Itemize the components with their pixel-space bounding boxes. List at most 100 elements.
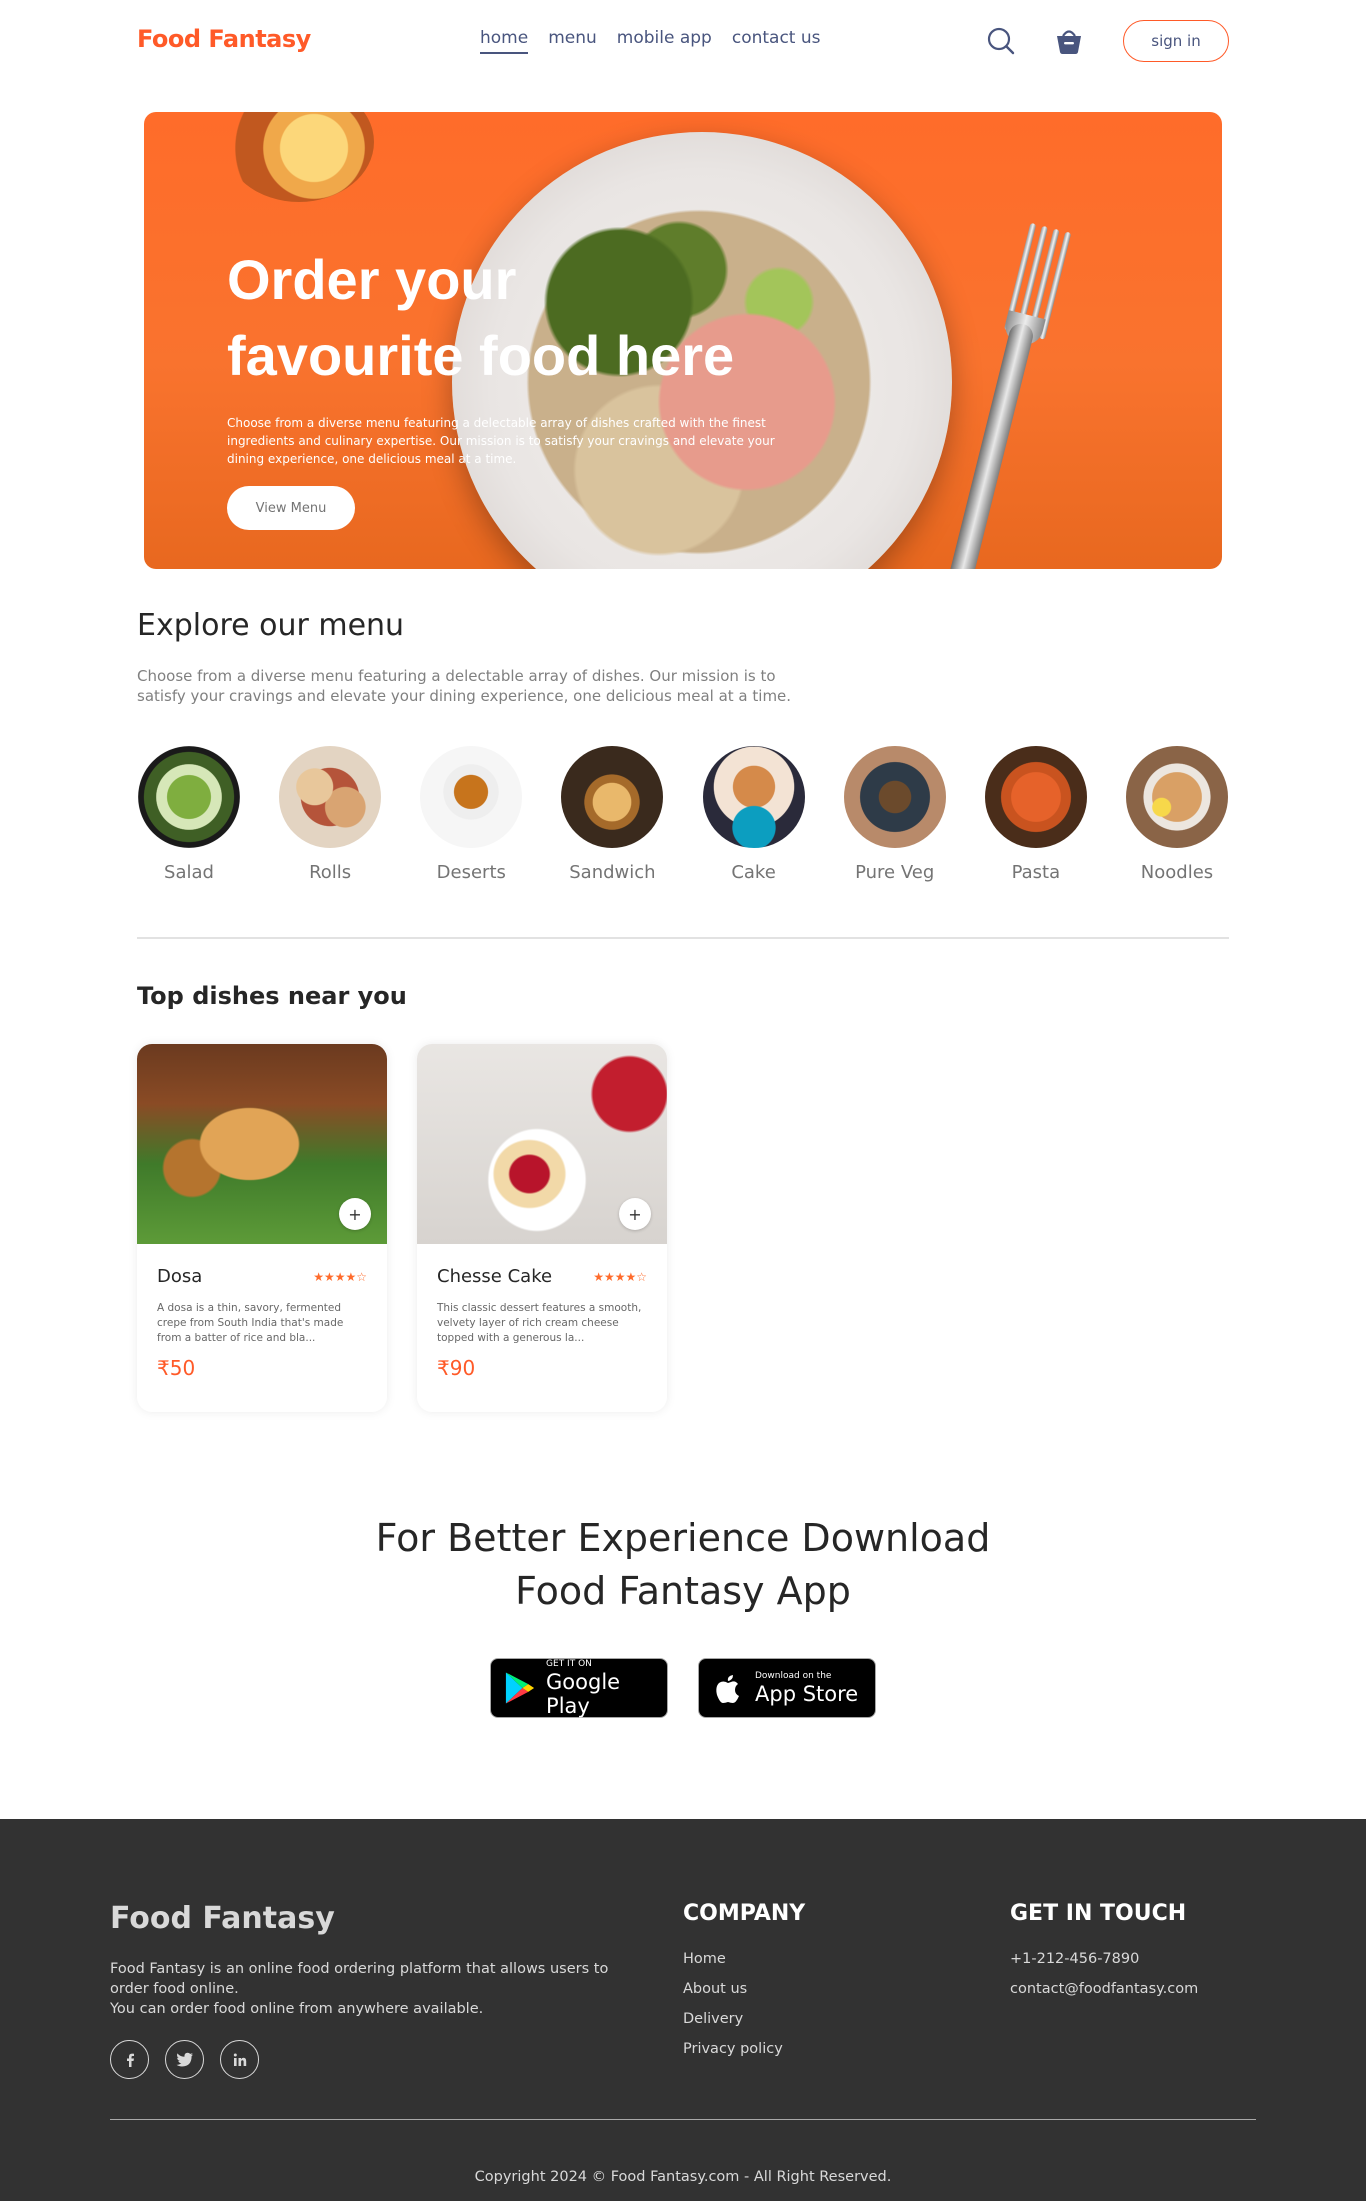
menu-item-salad[interactable]: Salad	[137, 746, 241, 883]
menu-item-label: Salad	[164, 862, 214, 883]
footer-divider	[110, 2119, 1256, 2120]
explore-menu-title: Explore our menu	[137, 608, 405, 643]
footer-description-line1: Food Fantasy is an online food ordering …	[110, 1961, 609, 1997]
dish-name-row: Chesse Cake ★★★★☆	[437, 1266, 647, 1287]
menu-item-deserts[interactable]: Deserts	[419, 746, 523, 883]
dish-card-cheese-cake[interactable]: + Chesse Cake ★★★★☆ This classic dessert…	[417, 1044, 667, 1412]
footer-contact-title: GET IN TOUCH	[1010, 1901, 1187, 1926]
deserts-image	[420, 746, 523, 848]
menu-item-label: Pasta	[1011, 862, 1061, 883]
pure-veg-image	[843, 746, 946, 848]
menu-item-label: Noodles	[1140, 862, 1214, 883]
cake-image	[702, 746, 805, 848]
add-to-cart-button[interactable]: +	[619, 1198, 651, 1230]
menu-item-pasta[interactable]: Pasta	[984, 746, 1088, 883]
footer: Food Fantasy Food Fantasy is an online f…	[0, 1819, 1366, 2201]
google-play-icon	[505, 1672, 535, 1704]
menu-item-pure-veg[interactable]: Pure Veg	[843, 746, 947, 883]
noodles-image	[1125, 746, 1228, 848]
menu-item-noodles[interactable]: Noodles	[1125, 746, 1229, 883]
menu-item-label: Sandwich	[569, 862, 656, 883]
nav-links: home menu mobile app contact us	[480, 28, 821, 54]
footer-phone[interactable]: +1-212-456-7890	[1010, 1949, 1198, 1969]
dish-price: ₹90	[437, 1356, 476, 1380]
hero-banner: Order your favourite food here Choose fr…	[144, 112, 1222, 569]
top-dishes-title: Top dishes near you	[137, 982, 407, 1010]
twitter-icon[interactable]	[165, 2040, 204, 2079]
sign-in-button[interactable]: sign in	[1123, 20, 1229, 62]
footer-description: Food Fantasy is an online food ordering …	[110, 1959, 630, 2019]
hero-text: Order your favourite food here Choose fr…	[227, 242, 787, 468]
app-store-big-text: App Store	[755, 1681, 859, 1706]
app-store-button[interactable]: Download on the App Store	[698, 1658, 876, 1718]
app-download-title: For Better Experience Download Food Fant…	[0, 1512, 1366, 1618]
nav-link-mobile-app[interactable]: mobile app	[617, 28, 712, 54]
menu-item-sandwich[interactable]: Sandwich	[560, 746, 664, 883]
app-store-text: Download on the App Store	[755, 1671, 858, 1706]
dish-card-dosa[interactable]: + Dosa ★★★★☆ A dosa is a thin, savory, f…	[137, 1044, 387, 1412]
google-play-big-text: Google Play	[546, 1669, 621, 1718]
dosa-image: +	[137, 1044, 387, 1244]
rating-stars-icon: ★★★★☆	[313, 1269, 367, 1284]
social-links	[110, 2040, 259, 2079]
app-download-title-line2: Food Fantasy App	[515, 1569, 851, 1613]
footer-link-privacy-policy[interactable]: Privacy policy	[683, 2039, 783, 2059]
footer-link-about-us[interactable]: About us	[683, 1979, 783, 1999]
add-to-cart-button[interactable]: +	[339, 1198, 371, 1230]
nav-link-home[interactable]: home	[480, 28, 529, 54]
hero-description: Choose from a diverse menu featuring a d…	[227, 416, 775, 466]
menu-item-cake[interactable]: Cake	[702, 746, 806, 883]
nav-link-menu[interactable]: menu	[548, 28, 597, 54]
lemon-bowl-image	[224, 112, 374, 202]
dish-name: Dosa	[157, 1266, 203, 1287]
nav-link-contact-us[interactable]: contact us	[732, 28, 821, 54]
menu-item-label: Rolls	[309, 862, 352, 883]
menu-item-label: Pure Veg	[855, 862, 935, 883]
rolls-image	[279, 746, 382, 848]
footer-contact-info: +1-212-456-7890 contact@foodfantasy.com	[1010, 1949, 1198, 1999]
cheese-cake-image: +	[417, 1044, 667, 1244]
salad-image	[138, 746, 240, 848]
explore-menu-description: Choose from a diverse menu featuring a d…	[137, 667, 792, 705]
footer-copyright: Copyright 2024 © Food Fantasy.com - All …	[474, 2169, 892, 2185]
dish-price: ₹50	[157, 1356, 196, 1380]
google-play-button[interactable]: GET IT ON Google Play	[490, 1658, 668, 1718]
facebook-icon[interactable]	[110, 2040, 149, 2079]
brand-logo[interactable]: Food Fantasy	[137, 25, 311, 53]
footer-company-links: Home About us Delivery Privacy policy	[683, 1949, 783, 2059]
footer-email[interactable]: contact@foodfantasy.com	[1010, 1979, 1198, 1999]
hero-title-line2: favourite food here	[227, 324, 735, 387]
menu-item-label: Deserts	[436, 862, 506, 883]
section-divider	[137, 937, 1229, 939]
menu-item-rolls[interactable]: Rolls	[278, 746, 382, 883]
footer-description-line2: You can order food online from anywhere …	[110, 2001, 484, 2017]
menu-item-label: Cake	[731, 862, 776, 883]
app-download-title-line1: For Better Experience Download	[375, 1516, 991, 1560]
rating-stars-icon: ★★★★☆	[593, 1269, 647, 1284]
dish-name-row: Dosa ★★★★☆	[157, 1266, 367, 1287]
dish-info: Chesse Cake ★★★★☆ This classic dessert f…	[437, 1266, 647, 1380]
basket-icon[interactable]	[1053, 25, 1085, 57]
search-icon[interactable]	[985, 25, 1017, 57]
footer-company-title: COMPANY	[683, 1901, 806, 1926]
dish-info: Dosa ★★★★☆ A dosa is a thin, savory, fer…	[157, 1266, 367, 1380]
view-menu-button[interactable]: View Menu	[227, 486, 355, 530]
apple-icon	[716, 1675, 739, 1703]
footer-link-delivery[interactable]: Delivery	[683, 2009, 783, 2029]
navbar: Food Fantasy home menu mobile app contac…	[0, 0, 1366, 80]
dish-name: Chesse Cake	[437, 1266, 553, 1287]
footer-link-home[interactable]: Home	[683, 1949, 783, 1969]
dish-description: This classic dessert features a smooth, …	[437, 1302, 642, 1344]
footer-logo: Food Fantasy	[110, 1901, 335, 1936]
menu-category-list: Salad Rolls Deserts Sandwich Cake Pure V…	[137, 746, 1229, 883]
hero-title-line1: Order your	[227, 248, 517, 311]
sandwich-image	[561, 746, 664, 848]
google-play-text: GET IT ON Google Play	[546, 1659, 667, 1718]
hero-title: Order your favourite food here	[227, 242, 787, 394]
dish-description: A dosa is a thin, savory, fermented crep…	[157, 1302, 344, 1344]
google-play-small-text: GET IT ON	[546, 1658, 592, 1669]
pasta-image	[984, 746, 1087, 848]
linkedin-icon[interactable]	[220, 2040, 259, 2079]
store-badges: GET IT ON Google Play Download on the Ap…	[490, 1658, 876, 1718]
nav-actions: sign in	[985, 20, 1229, 62]
